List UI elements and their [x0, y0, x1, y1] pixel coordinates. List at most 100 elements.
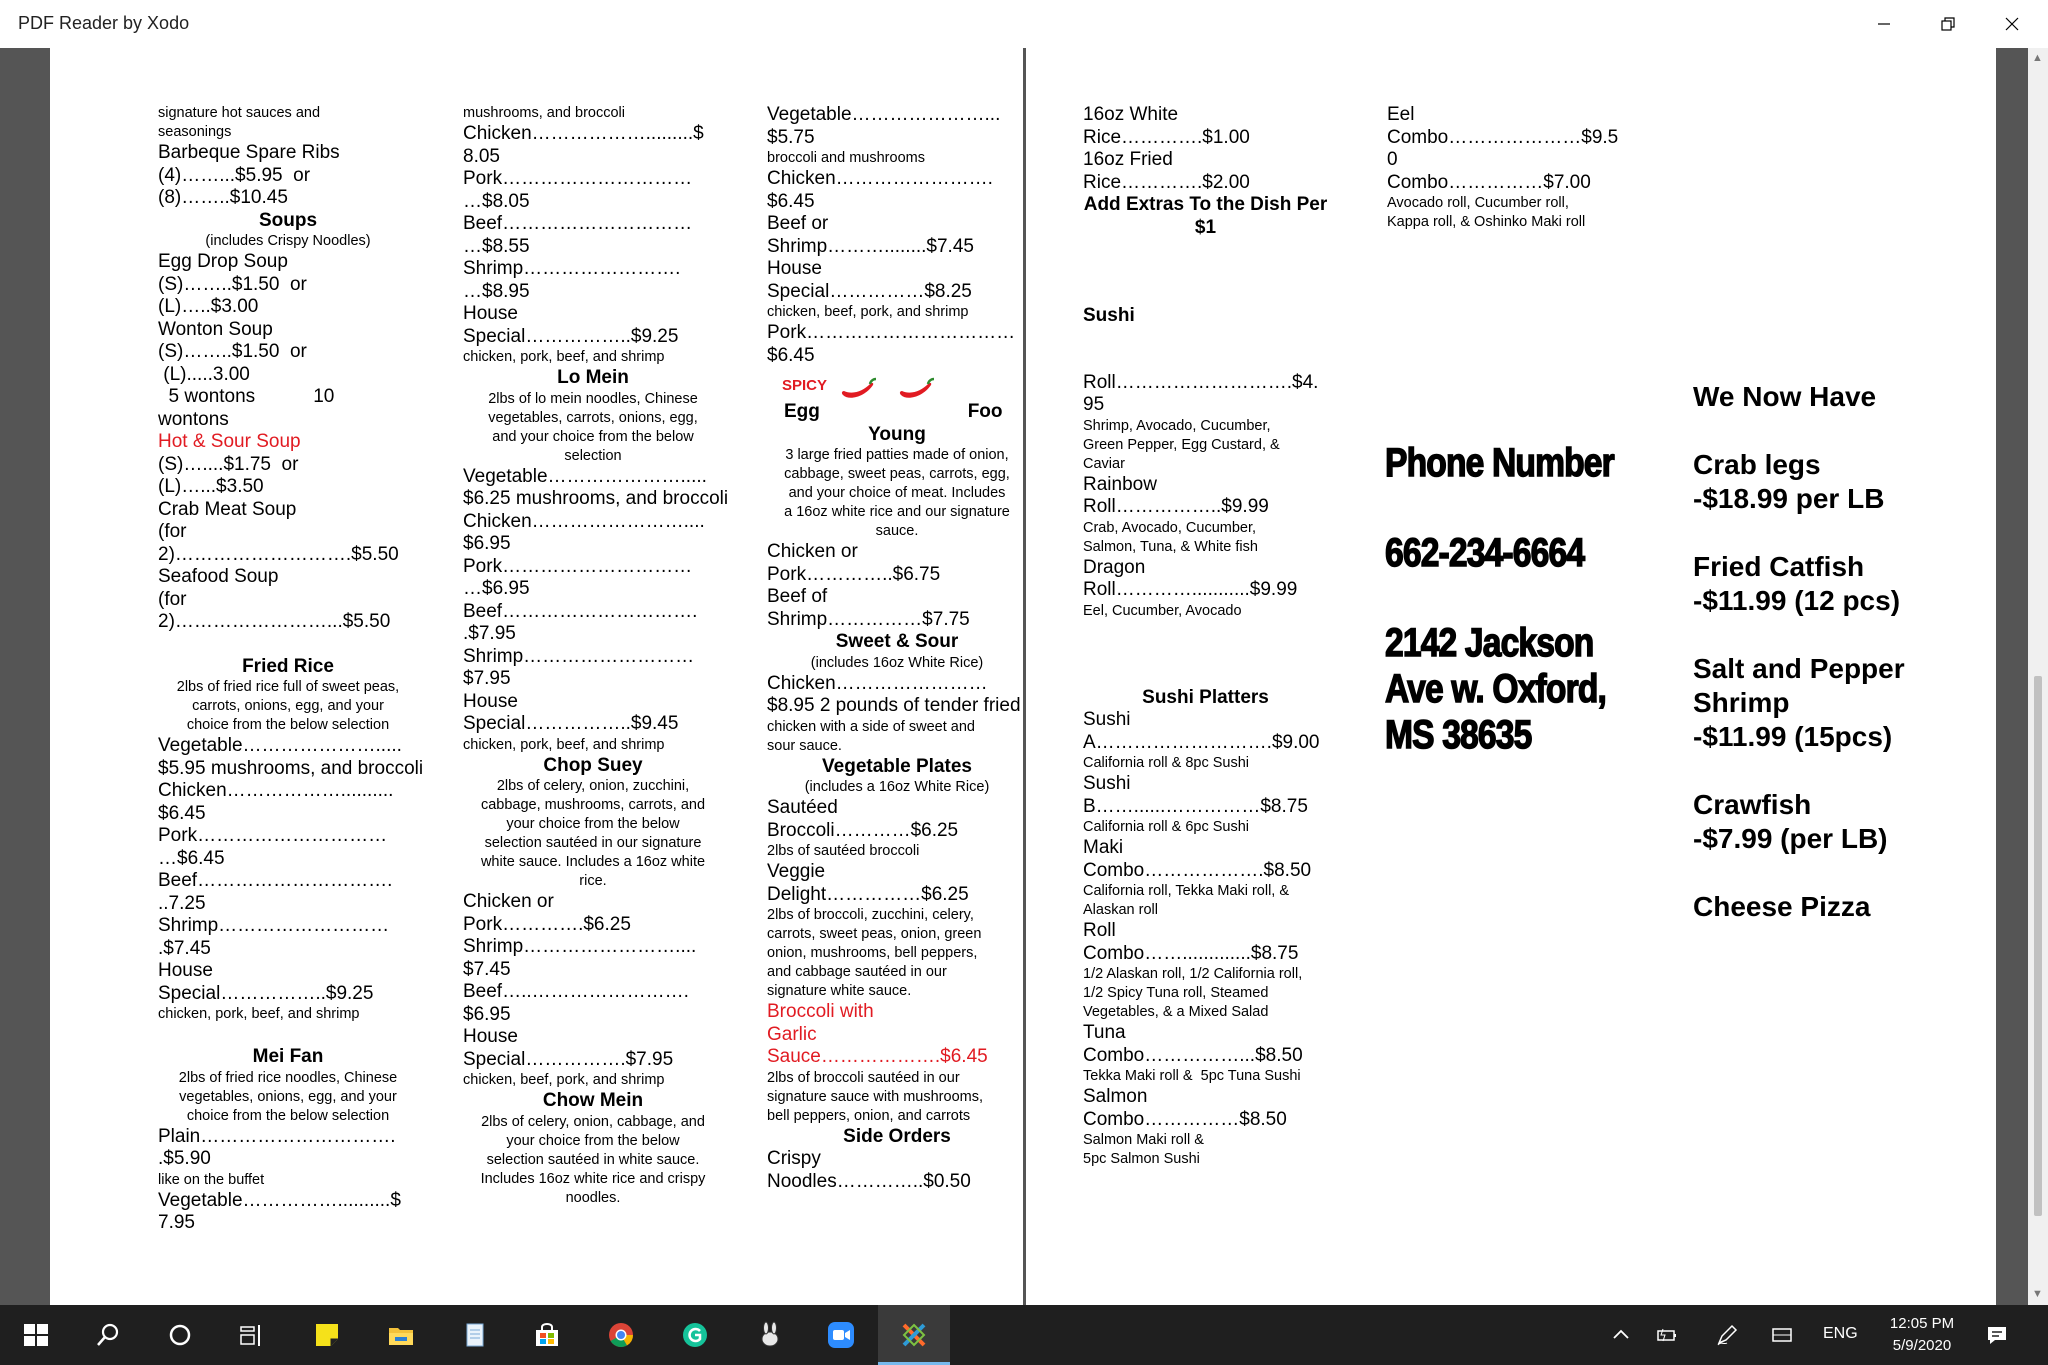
clock[interactable]: 12:05 PM 5/9/2020 [1882, 1313, 1962, 1357]
menu-line: $7.95 [463, 668, 511, 689]
scroll-up-arrow-icon[interactable]: ▲ [2032, 52, 2043, 64]
section-heading: Sushi Platters [1142, 686, 1269, 708]
item-description: Shrimp, Avocado, Cucumber, [1083, 417, 1271, 434]
close-icon [2005, 17, 2019, 31]
close-button[interactable] [1980, 0, 2044, 48]
menu-line: Noodles…………..$0.50 [767, 1170, 971, 1192]
show-hidden-icons-button[interactable] [1606, 1320, 1636, 1350]
search-button[interactable] [88, 1315, 128, 1355]
battery-status-button[interactable] [1652, 1320, 1682, 1350]
text-line: Crawfish [1693, 789, 1812, 820]
menu-line: House [463, 1026, 518, 1047]
document-viewer[interactable]: signature hot sauces and seasonings Barbeq… [0, 48, 2048, 1305]
keyboard-icon [1772, 1328, 1792, 1342]
app-title: PDF Reader by Xodo [18, 13, 190, 33]
minimize-button[interactable] [1852, 0, 1916, 48]
file-explorer-icon [389, 1328, 413, 1345]
menu-line: $6.45 [158, 802, 206, 824]
menu-line: Pork………………………… [158, 825, 388, 846]
touch-keyboard-button[interactable] [1767, 1320, 1797, 1350]
menu-line: Vegetable…………………..... [463, 465, 707, 487]
sticky-notes-button[interactable] [307, 1315, 347, 1355]
text-line: Shrimp [1693, 687, 1790, 718]
section-description: a 16oz white rice and our signature [784, 504, 1010, 520]
taskbar: ENG 12:05 PM 5/9/2020 [0, 1305, 2048, 1365]
menu-line: 0 [1387, 149, 1398, 170]
text-line: 662-234-6664 [1384, 530, 1585, 576]
menu-line: Combo……………$7.00 [1387, 171, 1591, 193]
pdf-page-right: 16oz White Rice………….$1.00 16oz Fried Rice……… [1026, 48, 1996, 1305]
section-heading: Soups [258, 209, 318, 231]
menu-line: Shrimp……………………… [158, 915, 390, 936]
zoom-icon [828, 1322, 854, 1348]
item-description: bell peppers, onion, and carrots [767, 1107, 971, 1124]
menu-line: Delight……………$6.25 [767, 883, 969, 905]
notepad-button[interactable] [455, 1315, 495, 1355]
action-center-button[interactable] [1982, 1320, 2012, 1350]
menu-line: Special……………..$9.25 [158, 982, 374, 1004]
menu-line: Beef…………………………. [158, 870, 393, 891]
section-description: choice from the below selection [186, 717, 390, 733]
section-description: noodles. [565, 1189, 621, 1206]
item-description: chicken, beef, pork, and shrimp [767, 304, 969, 320]
section-description: 2lbs of lo mein noodles, Chinese [488, 390, 698, 407]
pen-workspace-button[interactable] [1712, 1320, 1742, 1350]
restore-icon [1941, 17, 1955, 31]
input-language-indicator[interactable]: ENG [1823, 1325, 1858, 1343]
grammarly-button[interactable] [675, 1315, 715, 1355]
cortana-button[interactable] [160, 1315, 200, 1355]
section-heading: Sushi [1083, 305, 1135, 326]
rabbit-app-button[interactable] [750, 1315, 790, 1355]
text-line: MS 38635 [1384, 712, 1533, 758]
windows-start-button[interactable] [16, 1315, 56, 1355]
menu-line: Beef or [767, 213, 829, 234]
text-line: Fried Catfish [1693, 551, 1865, 582]
scroll-down-arrow-icon[interactable]: ▼ [2032, 1288, 2043, 1300]
zoom-button[interactable] [821, 1315, 861, 1355]
file-explorer-button[interactable] [381, 1315, 421, 1355]
scrollbar-thumb[interactable] [2034, 676, 2042, 1216]
menu-line: …$8.55 [463, 235, 530, 257]
menu-line: …$8.95 [463, 280, 530, 302]
battery-icon [1657, 1328, 1676, 1342]
menu-line: …$6.45 [158, 847, 225, 869]
chili-pepper-icon [841, 377, 877, 398]
menu-line: (S)……..$1.50 or [158, 273, 307, 295]
item-description: carrots, sweet peas, onion, green [767, 926, 982, 942]
restore-button[interactable] [1916, 0, 1980, 48]
task-view-button[interactable] [231, 1315, 271, 1355]
text-line: 2142 Jackson [1384, 620, 1595, 666]
menu-line: Vegetable……………..........$ [158, 1189, 401, 1211]
store-button[interactable] [527, 1315, 567, 1355]
section-description: 2lbs of celery, onion, zucchini, [496, 778, 690, 794]
chevron-up-icon [1613, 1329, 1629, 1339]
item-description: signature sauce with mushrooms, [767, 1088, 983, 1105]
menu-line: Beef…..……………………. [463, 981, 689, 1002]
menu-line: Combo……………...$8.50 [1083, 1044, 1303, 1066]
menu-line: Chicken…………………… [767, 672, 988, 694]
highlighted-item: Broccoli with [767, 1001, 874, 1022]
item-description: California roll & 8pc Sushi [1083, 755, 1250, 771]
text-line: Cheese Pizza [1693, 891, 1871, 922]
pen-icon [1717, 1324, 1738, 1346]
item-description: signature hot sauces and [158, 105, 321, 121]
xodo-button[interactable] [894, 1315, 934, 1355]
menu-line: Roll…………...........$9.99 [1083, 579, 1298, 600]
section-description: (includes a 16oz White Rice) [804, 779, 990, 795]
menu-line: Chicken or [767, 541, 858, 562]
menu-line: 2)……………………...$5.50 [158, 611, 391, 632]
menu-line: $8.95 2 pounds of tender fried [767, 695, 1021, 716]
item-description: chicken, pork, beef, and shrimp [463, 736, 665, 753]
section-description: vegetables, carrots, onions, egg, [488, 409, 698, 426]
sticky-notes-icon [316, 1324, 338, 1346]
chrome-button[interactable] [601, 1315, 641, 1355]
item-description: 5pc Salmon Sushi [1083, 1151, 1200, 1167]
item-description: Avocado roll, Cucumber roll, [1387, 195, 1569, 211]
menu-line: Special…………….$7.95 [463, 1048, 674, 1070]
search-icon [97, 1323, 119, 1346]
